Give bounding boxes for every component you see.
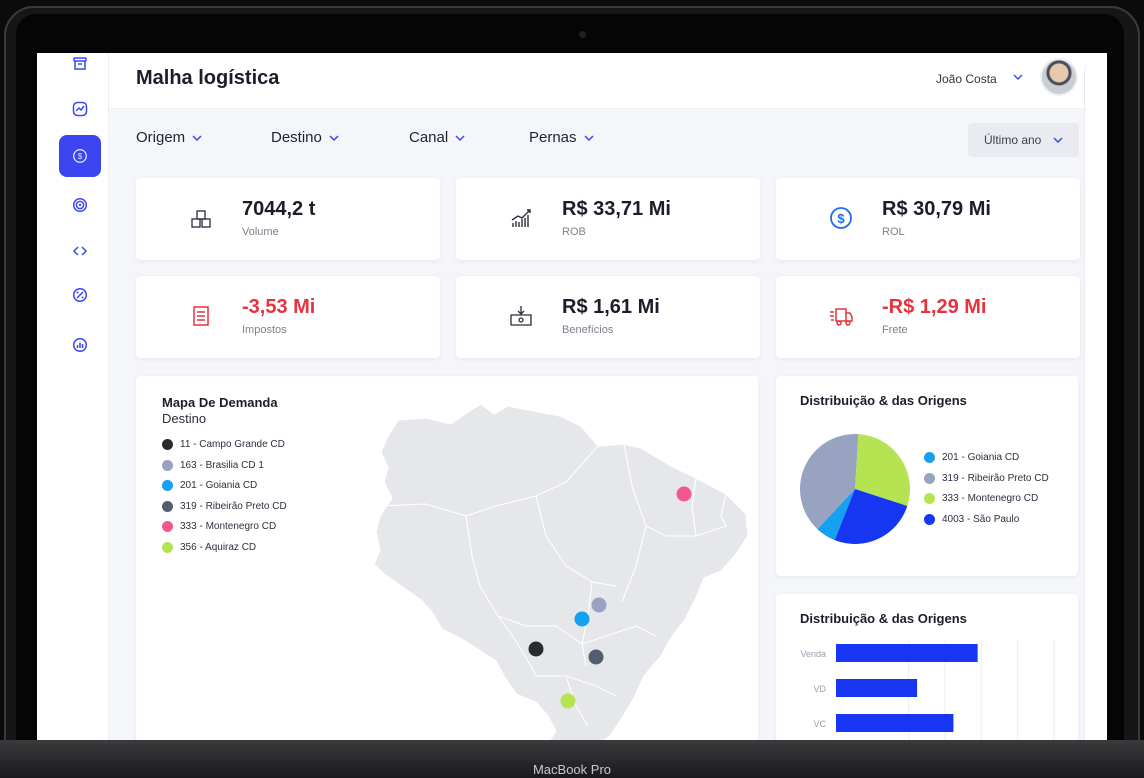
kpi-impostos-value: -3,53 Mi (242, 296, 316, 318)
chevron-down-icon (455, 134, 465, 141)
map-marker[interactable] (588, 649, 604, 665)
bar-mark[interactable] (836, 644, 978, 662)
legend-label: 4003 - São Paulo (942, 513, 1020, 525)
kpi-card-frete: -R$ 1,29 Mi Frete (776, 276, 1080, 358)
legend-swatch (924, 493, 935, 504)
svg-text:$: $ (837, 211, 845, 226)
bar-mark[interactable] (836, 679, 918, 697)
bar-marks: Venda VD VC (800, 644, 978, 732)
period-select[interactable]: Último ano (968, 123, 1079, 157)
kpi-card-rol: $ R$ 30,79 Mi ROL (776, 178, 1080, 260)
kpi-volume-label: Volume (242, 226, 279, 238)
target-icon (72, 197, 88, 213)
filter-destino[interactable]: Destino (271, 129, 339, 146)
legend-item: 201 - Goiania CD (924, 452, 1019, 463)
legend-swatch (924, 452, 935, 463)
kpi-impostos-label: Impostos (242, 324, 287, 336)
sidebar-item-code[interactable] (59, 230, 101, 272)
chevron-down-icon (329, 134, 339, 141)
chevron-down-icon (584, 134, 594, 141)
user-menu-name[interactable]: João Costa (936, 72, 997, 86)
kpi-card-impostos: -3,53 Mi Impostos (136, 276, 440, 358)
kpi-rol-label: ROL (882, 226, 905, 238)
kpi-rob-label: ROB (562, 226, 586, 238)
sidebar-item-discounts[interactable] (59, 274, 101, 316)
right-side-panel (1084, 63, 1107, 740)
sidebar: $ (37, 53, 109, 740)
sidebar-item-targets[interactable] (59, 184, 101, 226)
growth-bars-icon (511, 209, 531, 227)
map-marker[interactable] (528, 641, 544, 657)
chevron-down-icon (192, 134, 202, 141)
legend-item: 4003 - São Paulo (924, 513, 1020, 525)
bar-category-label: VC (813, 719, 826, 729)
trend-chart-icon (72, 101, 88, 117)
kpi-rob-value: R$ 33,71 Mi (562, 198, 671, 220)
legend-item: 333 - Montenegro CD (924, 493, 1038, 504)
origins-bar-chart: Venda VD VC (800, 639, 1055, 740)
dollar-coin-icon: $ (830, 207, 852, 229)
map-marker[interactable] (574, 611, 590, 627)
legend-swatch (924, 513, 935, 525)
origins-pie-panel: Distribuição & das Origens 201 - Goiania… (776, 376, 1078, 576)
laptop-frame: MacBook Pro $ Malha logística João Costa… (0, 0, 1144, 778)
bar-chart-icon (72, 337, 88, 353)
kpi-volume-value: 7044,2 t (242, 198, 316, 220)
filter-pernas-label: Pernas (529, 129, 577, 146)
app-screen: $ Malha logística João Costa Origem Dest… (37, 53, 1107, 740)
demand-map-panel: Mapa De Demanda Destino 11 - Campo Grand… (136, 376, 758, 740)
percent-badge-icon (72, 287, 88, 303)
boxes-icon (191, 210, 211, 228)
map-marker[interactable] (560, 693, 576, 709)
kpi-frete-value: -R$ 1,29 Mi (882, 296, 987, 318)
page-title: Malha logística (136, 67, 280, 89)
device-label: MacBook Pro (532, 762, 612, 777)
period-select-value: Último ano (984, 133, 1042, 147)
legend-label: 319 - Ribeirão Preto CD (942, 472, 1049, 484)
kpi-frete-label: Frete (882, 324, 908, 336)
legend-swatch (924, 472, 935, 484)
svg-text:$: $ (78, 152, 83, 161)
legend-label: 201 - Goiania CD (942, 452, 1020, 463)
brazil-map (373, 403, 749, 740)
cash-drawer-icon (510, 306, 532, 326)
filter-canal[interactable]: Canal (409, 129, 465, 146)
map-marker[interactable] (676, 486, 692, 502)
sidebar-item-reports[interactable] (59, 324, 101, 366)
kpi-card-rob: R$ 33,71 Mi ROB (456, 178, 760, 260)
filter-origem[interactable]: Origem (136, 129, 202, 146)
bar-category-label: VD (813, 684, 826, 694)
kpi-beneficios-value: R$ 1,61 Mi (562, 296, 660, 318)
filter-pernas[interactable]: Pernas (529, 129, 594, 146)
dollar-circle-icon: $ (73, 149, 87, 163)
top-bar: Malha logística João Costa (109, 53, 1107, 109)
filter-bar: Origem Destino Canal Pernas Último ano (109, 109, 1084, 169)
sidebar-item-finance[interactable]: $ (59, 135, 101, 177)
filter-destino-label: Destino (271, 129, 322, 146)
chevron-down-icon[interactable] (1013, 73, 1023, 81)
map-marker[interactable] (591, 597, 607, 613)
legend-label: 333 - Montenegro CD (942, 493, 1039, 504)
bar-mark[interactable] (836, 714, 954, 732)
pie-slices (800, 434, 910, 544)
user-avatar[interactable] (1040, 58, 1078, 96)
brazil-outline (373, 403, 749, 740)
code-icon (72, 246, 88, 256)
bar-category-label: Venda (800, 649, 826, 659)
kpi-rol-value: R$ 30,79 Mi (882, 198, 991, 220)
receipt-icon (193, 306, 209, 326)
origins-bar-panel: Distribuição & das Origens Venda VD VC (776, 594, 1078, 740)
kpi-card-beneficios: R$ 1,61 Mi Benefícios (456, 276, 760, 358)
chevron-down-icon (1053, 137, 1063, 144)
filter-canal-label: Canal (409, 129, 449, 146)
sidebar-item-archive[interactable] (59, 53, 101, 85)
legend-item: 319 - Ribeirão Preto CD (924, 472, 1049, 484)
kpi-card-volume: 7044,2 t Volume (136, 178, 440, 260)
delivery-truck-icon (830, 308, 853, 326)
webcam (579, 31, 586, 38)
archive-icon (73, 57, 87, 70)
filter-origem-label: Origem (136, 129, 186, 146)
sidebar-item-trends[interactable] (59, 88, 101, 130)
kpi-beneficios-label: Benefícios (562, 324, 614, 336)
